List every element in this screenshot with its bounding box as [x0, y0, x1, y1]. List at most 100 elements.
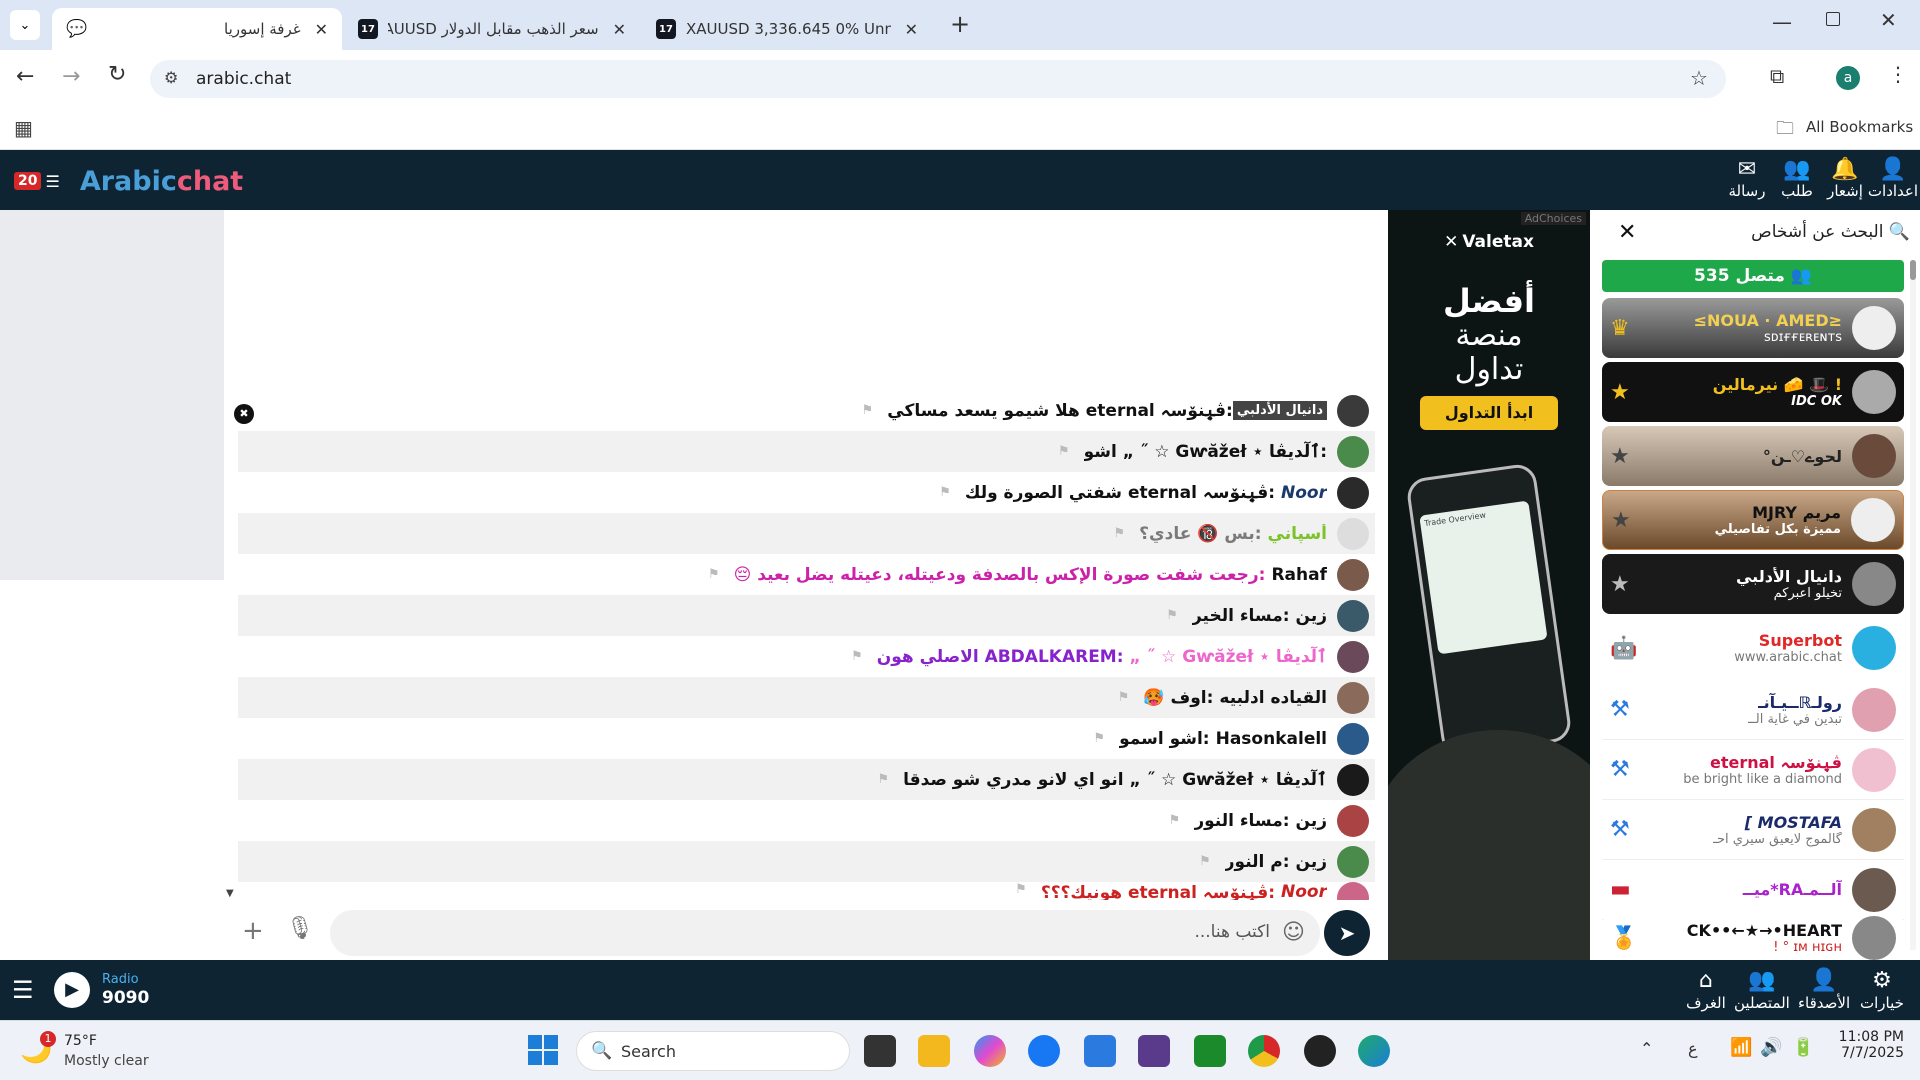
- add-attachment-icon[interactable]: +: [242, 916, 264, 946]
- user-item[interactable]: ڤيٖنۆسہ eternal be bright like a diamond…: [1602, 740, 1904, 800]
- close-panel-icon[interactable]: ✕: [1618, 220, 1636, 245]
- message-user[interactable]: ٱلٓديڤا ⋆ Gⱳăžeł ☆ ˝ „: [1130, 646, 1327, 667]
- report-flag-icon[interactable]: ⚑: [1118, 690, 1130, 705]
- avatar[interactable]: [1337, 476, 1369, 509]
- user-item[interactable]: لحوے♡ـن° ★: [1602, 426, 1904, 486]
- chat-message[interactable]: Rahaf :رجعت شفت صورة الإكس بالصدفة ودعيت…: [238, 554, 1375, 595]
- report-flag-icon[interactable]: ⚑: [1169, 813, 1181, 828]
- chrome-icon[interactable]: [1248, 1035, 1280, 1067]
- site-info-icon[interactable]: ⚙: [164, 68, 178, 87]
- battery-icon[interactable]: 🔋: [1792, 1037, 1814, 1058]
- message-user[interactable]: زين: [1296, 811, 1327, 831]
- chat-message[interactable]: ٱلٓديڤا ⋆ Gⱳăžeł ☆ ˝ „ :ABDALKAREM الاصل…: [238, 636, 1375, 677]
- user-item[interactable]: دانيال الأدلبي تخيلو اعبركم ★: [1602, 554, 1904, 614]
- new-tab-button[interactable]: +: [950, 10, 970, 38]
- avatar[interactable]: [1337, 558, 1369, 591]
- report-flag-icon[interactable]: ⚑: [877, 772, 889, 787]
- tray-chevron-icon[interactable]: ⌃: [1640, 1039, 1653, 1058]
- messages-button[interactable]: ✉ رسالة: [1718, 158, 1776, 201]
- avatar[interactable]: [1337, 640, 1369, 673]
- chat-message[interactable]: القياده ادلبيه :اوف 🥵 ⚑: [238, 677, 1375, 718]
- facebook-icon[interactable]: [1028, 1035, 1060, 1067]
- tab-list-button[interactable]: ⌄: [10, 10, 40, 40]
- chat-message[interactable]: Hasonkalell :اشو اسمو ⚑: [238, 718, 1375, 759]
- report-flag-icon[interactable]: ⚑: [1058, 444, 1070, 459]
- sliders-icon[interactable]: ☰: [12, 976, 34, 1004]
- avatar[interactable]: [1337, 435, 1369, 468]
- message-user[interactable]: أسپاني: [1268, 524, 1327, 544]
- tab-syria-room[interactable]: 💬 غرفة إسوريا ✕: [52, 8, 342, 50]
- menu-dots-icon[interactable]: ⋮: [1888, 62, 1908, 86]
- clock[interactable]: 11:08 PM 7/7/2025: [1822, 1029, 1904, 1061]
- message-user[interactable]: Noor: [1281, 882, 1327, 900]
- report-flag-icon[interactable]: ⚑: [1199, 854, 1211, 869]
- message-user[interactable]: زين: [1296, 606, 1327, 626]
- close-window-button[interactable]: ✕: [1880, 8, 1897, 32]
- report-flag-icon[interactable]: ⚑: [1166, 608, 1178, 623]
- ad-cta-button[interactable]: ابدأ التداول: [1420, 396, 1558, 430]
- avatar[interactable]: [1337, 681, 1369, 714]
- forward-icon[interactable]: →: [62, 64, 80, 89]
- rooms-button[interactable]: ⌂ الغرف: [1686, 968, 1726, 1012]
- message-user[interactable]: Hasonkalell: [1216, 729, 1327, 749]
- taskbar-search[interactable]: 🔍 Search: [576, 1031, 850, 1071]
- avatar[interactable]: [1337, 722, 1369, 755]
- close-icon[interactable]: ✕: [613, 20, 626, 39]
- report-flag-icon[interactable]: ⚑: [1015, 882, 1027, 897]
- scroll-down-arrow-icon[interactable]: ▼: [226, 888, 234, 899]
- chat-message[interactable]: Noor :ڤيٖنۆسہ eternal هونيك؟؟؟ ⚑: [238, 882, 1375, 900]
- adchoices-label[interactable]: AdChoices: [1520, 212, 1586, 225]
- avatar[interactable]: [1337, 882, 1369, 900]
- task-view-icon[interactable]: [864, 1035, 896, 1067]
- chat-message[interactable]: أسپاني :بس 🔞 عادي؟ ⚑: [238, 513, 1375, 554]
- message-user[interactable]: ٱلٓديڤا ⋆ Gⱳăžeł ☆ ˝ „: [1130, 769, 1327, 790]
- radio-play-button[interactable]: ▶: [54, 972, 90, 1008]
- advertisement-banner[interactable]: AdChoices ✕ Valetax أفضل منصة تداول ابدأ …: [1388, 210, 1590, 960]
- search-people[interactable]: 🔍 البحث عن أشخاص: [1680, 222, 1910, 242]
- volume-icon[interactable]: 🔊: [1760, 1037, 1782, 1058]
- tab-gold-price[interactable]: 17 سعر الذهب مقابل الدولار XAUUSD ✕: [344, 8, 640, 50]
- message-user[interactable]: Noor: [1281, 483, 1327, 503]
- tab-xauusd[interactable]: 17 XAUUSD 3,336.645 0% Unname ✕: [642, 8, 932, 50]
- avatar[interactable]: [1337, 845, 1369, 878]
- report-flag-icon[interactable]: ⚑: [939, 485, 951, 500]
- minimize-button[interactable]: —: [1772, 10, 1792, 34]
- chat-message[interactable]: زين :مساء الخير ⚑: [238, 595, 1375, 636]
- report-flag-icon[interactable]: ⚑: [862, 403, 874, 418]
- message-user[interactable]: Rahaf: [1271, 565, 1327, 585]
- friend-request-button[interactable]: 👥 طلب: [1768, 158, 1826, 201]
- report-flag-icon[interactable]: ⚑: [1093, 731, 1105, 746]
- chatgpt-icon[interactable]: [1304, 1035, 1336, 1067]
- report-flag-icon[interactable]: ⚑: [708, 567, 720, 582]
- send-button[interactable]: ➤: [1324, 910, 1370, 956]
- message-user[interactable]: زين: [1296, 852, 1327, 872]
- user-item[interactable]: ! 🎩 🧀 نيرمالين IDC OK ★: [1602, 362, 1904, 422]
- user-item[interactable]: MOSTAFA ] گالموج لايعيق سيري آحـ ⚒: [1602, 800, 1904, 860]
- user-item[interactable]: ≤NOUA · AMED≥ ꜱᴅɪғғᴇʀᴇɴᴛꜱ ♛: [1602, 298, 1904, 358]
- options-button[interactable]: ⚙ خيارات: [1860, 968, 1904, 1012]
- avatar[interactable]: [1337, 394, 1369, 427]
- all-bookmarks-link[interactable]: All Bookmarks: [1806, 118, 1913, 136]
- close-icon[interactable]: ✕: [315, 20, 328, 39]
- user-item[interactable]: رولـℝــيـآنـ تبدين في غاية الــ ⚒: [1602, 680, 1904, 740]
- site-logo[interactable]: 20 ☰ Arabic chat: [14, 160, 243, 202]
- message-user[interactable]: القياده ادلبيه: [1219, 688, 1327, 708]
- extensions-icon[interactable]: ⧉: [1770, 64, 1784, 88]
- friends-button[interactable]: 👤 الأصدقاء: [1798, 968, 1850, 1012]
- user-item[interactable]: Superbot www.arabic.chat 🤖: [1602, 618, 1904, 678]
- chat-message[interactable]: Noor :ڤيٖنۆسہ eternal شفتي الصورة ولك ⚑: [238, 472, 1375, 513]
- users-scrollbar[interactable]: [1910, 260, 1916, 950]
- omnibox[interactable]: ⚙ arabic.chat ☆: [150, 60, 1726, 98]
- emoji-icon[interactable]: ☺: [1282, 920, 1305, 945]
- user-item[interactable]: CK••←★→•HEART ɪᴍ ʜɪɢʜ ° ! 🏅: [1602, 916, 1904, 960]
- url-text[interactable]: arabic.chat: [196, 69, 291, 89]
- restore-button[interactable]: [1826, 12, 1840, 26]
- profile-avatar[interactable]: a: [1836, 66, 1860, 90]
- chat-message[interactable]: :ٱلٓديڤا ⋆ Gⱳăžeł ☆ ˝ „ اشو ⚑: [238, 431, 1375, 472]
- avatar[interactable]: [1337, 599, 1369, 632]
- file-explorer-icon[interactable]: [918, 1035, 950, 1067]
- start-button[interactable]: [528, 1035, 560, 1067]
- chat-message[interactable]: زين :م النور ⚑: [238, 841, 1375, 882]
- avatar[interactable]: [1337, 517, 1369, 550]
- message-user[interactable]: دانيال الأدلبي: [1232, 401, 1327, 420]
